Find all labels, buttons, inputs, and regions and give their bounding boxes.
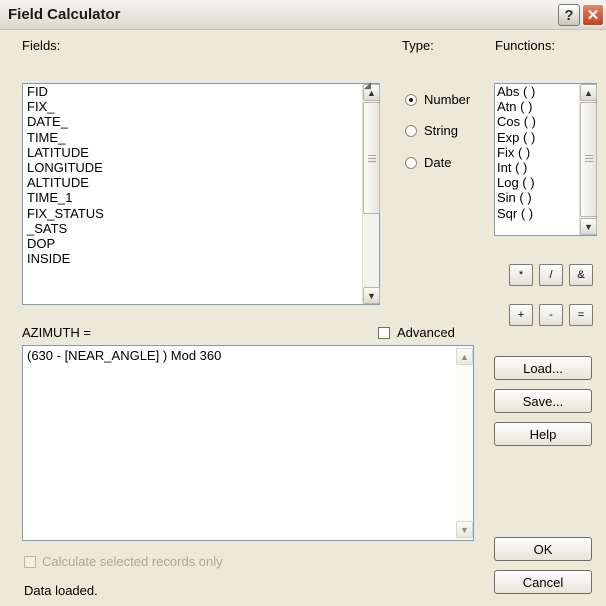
type-date-radio[interactable] xyxy=(405,157,417,169)
field-list-item[interactable]: FID xyxy=(27,84,104,99)
scroll-thumb[interactable] xyxy=(363,102,380,214)
functions-scroll-down-button[interactable]: ▼ xyxy=(580,218,597,235)
fields-scrollbar[interactable]: ▲ ▼ xyxy=(362,84,380,304)
functions-scrollbar[interactable]: ▲ ▼ xyxy=(579,84,597,235)
function-list-item[interactable]: Fix ( ) xyxy=(497,145,536,160)
plus-button[interactable]: + xyxy=(509,304,533,326)
calc-selected-label: Calculate selected records only xyxy=(42,554,223,569)
down-arrow-icon: ▼ xyxy=(367,290,376,301)
field-list-item[interactable]: TIME_ xyxy=(27,130,104,145)
calc-selected-checkbox[interactable] xyxy=(24,556,36,568)
title-bar: Field Calculator ? ✕ xyxy=(0,0,606,30)
question-icon: ? xyxy=(564,6,574,24)
function-list-item[interactable]: Sin ( ) xyxy=(497,190,536,205)
functions-list[interactable]: Abs ( ) Atn ( ) Cos ( ) Exp ( ) Fix ( ) Int (… xyxy=(494,83,597,236)
fields-items: FID FIX_ DATE_ TIME_ LATITUDE LONGITUDE ALTITU… xyxy=(27,84,104,266)
ok-button[interactable]: OK xyxy=(494,537,592,561)
window-title: Field Calculator xyxy=(8,6,121,23)
expression-text: (630 - [NEAR_ANGLE] ) Mod 360 xyxy=(27,348,222,363)
cancel-button[interactable]: Cancel xyxy=(494,570,592,594)
field-list-item[interactable]: INSIDE xyxy=(27,251,104,266)
field-list-item[interactable]: FIX_ xyxy=(27,99,104,114)
close-button[interactable]: ✕ xyxy=(582,4,604,26)
function-list-item[interactable]: Exp ( ) xyxy=(497,130,536,145)
status-text: Data loaded. xyxy=(24,583,98,598)
function-list-item[interactable]: Sqr ( ) xyxy=(497,206,536,221)
type-number-label: Number xyxy=(424,92,471,107)
expr-scroll-down-button[interactable]: ▼ xyxy=(456,521,473,538)
field-list-item[interactable]: _SATS xyxy=(27,221,104,236)
up-arrow-icon: ▲ xyxy=(584,87,593,98)
type-date-label: Date xyxy=(424,155,452,170)
save-button[interactable]: Save... xyxy=(494,389,592,413)
equals-button[interactable]: = xyxy=(569,304,593,326)
fields-list[interactable]: FID FIX_ DATE_ TIME_ LATITUDE LONGITUDE ALTITU… xyxy=(22,83,380,305)
functions-scroll-thumb[interactable] xyxy=(580,102,597,217)
field-calculator-dialog: Field Calculator ? ✕ Fields: FID FIX_ DATE… xyxy=(0,0,606,606)
close-icon: ✕ xyxy=(586,7,600,24)
advanced-label: Advanced xyxy=(397,325,455,340)
expression-label: AZIMUTH = xyxy=(22,325,91,340)
function-list-item[interactable]: Int ( ) xyxy=(497,160,536,175)
expression-scrollbar[interactable]: ▲ ▼ xyxy=(456,346,473,540)
field-list-item[interactable]: FIX_STATUS xyxy=(27,206,104,221)
expr-scroll-up-button[interactable]: ▲ xyxy=(456,348,473,365)
field-list-item[interactable]: TIME_1 xyxy=(27,190,104,205)
function-list-item[interactable]: Abs ( ) xyxy=(497,84,536,99)
scroll-down-button[interactable]: ▼ xyxy=(363,287,380,304)
functions-scroll-up-button[interactable]: ▲ xyxy=(580,84,597,101)
field-list-item[interactable]: DATE_ xyxy=(27,114,104,129)
function-list-item[interactable]: Atn ( ) xyxy=(497,99,536,114)
concat-button[interactable]: & xyxy=(569,264,593,286)
field-list-item[interactable]: DOP xyxy=(27,236,104,251)
type-number-radio[interactable] xyxy=(405,94,417,106)
expression-input[interactable]: (630 - [NEAR_ANGLE] ) Mod 360 ▲ ▼ xyxy=(22,345,474,541)
load-button[interactable]: Load... xyxy=(494,356,592,380)
type-string-radio[interactable] xyxy=(405,125,417,137)
down-arrow-icon: ▼ xyxy=(460,524,469,535)
sort-arrow-icon[interactable]: ◢ xyxy=(364,80,371,91)
minus-button[interactable]: - xyxy=(539,304,563,326)
fields-label: Fields: xyxy=(22,38,61,53)
functions-items: Abs ( ) Atn ( ) Cos ( ) Exp ( ) Fix ( ) Int (… xyxy=(497,84,536,221)
up-arrow-icon: ▲ xyxy=(460,351,469,362)
advanced-checkbox[interactable] xyxy=(378,327,390,339)
functions-label: Functions: xyxy=(495,38,555,53)
help-title-button[interactable]: ? xyxy=(558,4,580,26)
down-arrow-icon: ▼ xyxy=(584,221,593,232)
field-list-item[interactable]: LONGITUDE xyxy=(27,160,104,175)
multiply-button[interactable]: * xyxy=(509,264,533,286)
help-button[interactable]: Help xyxy=(494,422,592,446)
function-list-item[interactable]: Cos ( ) xyxy=(497,114,536,129)
type-string-label: String xyxy=(424,123,458,138)
field-list-item[interactable]: ALTITUDE xyxy=(27,175,104,190)
function-list-item[interactable]: Log ( ) xyxy=(497,175,536,190)
type-label: Type: xyxy=(402,38,434,53)
divide-button[interactable]: / xyxy=(539,264,563,286)
field-list-item[interactable]: LATITUDE xyxy=(27,145,104,160)
